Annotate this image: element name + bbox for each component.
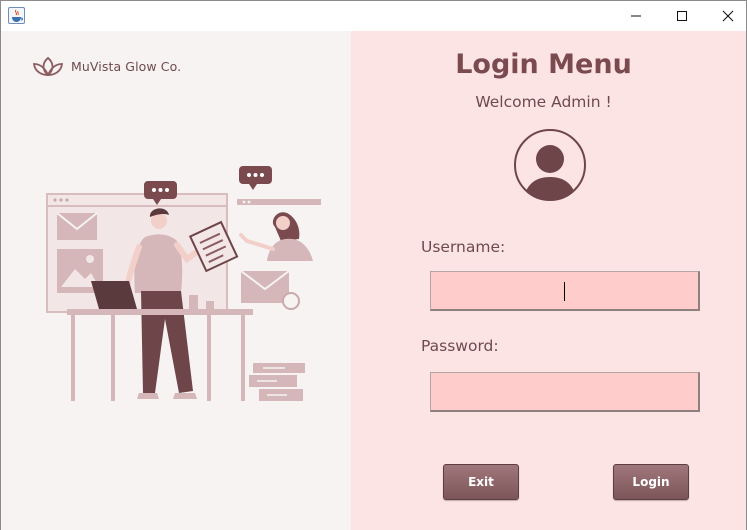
close-button[interactable] — [705, 1, 747, 31]
maximize-icon — [677, 11, 687, 21]
lotus-logo-icon — [32, 56, 64, 77]
office-illustration — [46, 166, 321, 401]
password-label: Password: — [421, 337, 499, 355]
page-title: Login Menu — [455, 49, 632, 80]
minimize-button[interactable] — [613, 1, 659, 31]
text-caret — [564, 282, 565, 301]
maximize-button[interactable] — [659, 1, 705, 31]
minimize-icon — [631, 15, 641, 17]
login-button[interactable]: Login — [613, 464, 689, 500]
close-icon — [722, 10, 734, 22]
brand-panel: MuVista Glow Co. — [1, 31, 351, 530]
user-avatar-icon — [514, 129, 586, 201]
password-input[interactable] — [430, 372, 700, 412]
login-panel: Login Menu Welcome Admin ! Username: Pas… — [351, 31, 746, 530]
exit-button[interactable]: Exit — [443, 464, 519, 500]
title-bar — [1, 1, 746, 31]
username-input[interactable] — [430, 271, 700, 311]
login-window: MuVista Glow Co. Login Menu Welcome Admi… — [0, 0, 747, 530]
welcome-message: Welcome Admin ! — [475, 93, 612, 111]
brand-name: MuVista Glow Co. — [71, 58, 182, 74]
java-app-icon — [8, 7, 25, 24]
brand: MuVista Glow Co. — [31, 55, 181, 77]
username-label: Username: — [421, 238, 506, 256]
